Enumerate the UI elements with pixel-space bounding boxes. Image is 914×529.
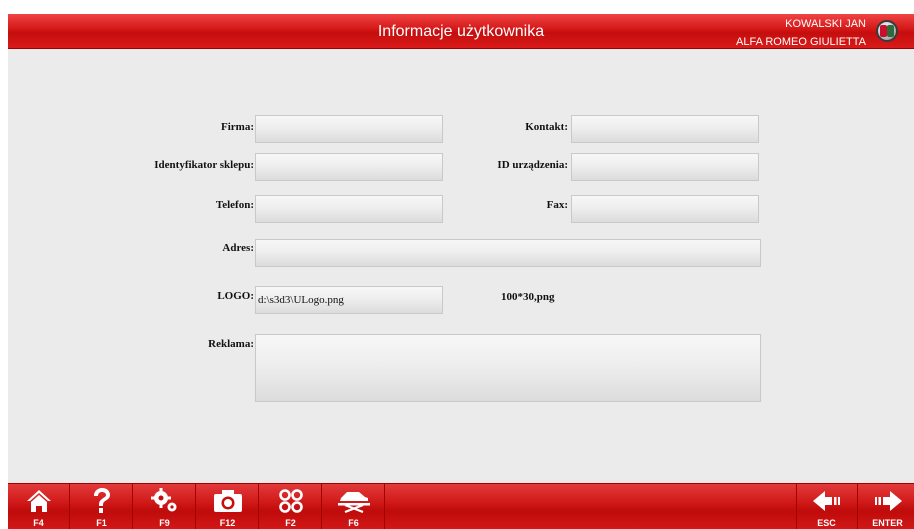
logo-input[interactable] [256, 287, 442, 313]
device-id-field[interactable] [571, 153, 759, 181]
adres-label: Adres: [222, 242, 254, 254]
telefon-field[interactable] [255, 195, 443, 223]
reklama-textarea[interactable] [256, 335, 760, 401]
app-window: Informacje użytkownika KOWALSKI JAN ALFA… [8, 14, 914, 529]
firma-label: Firma: [221, 121, 254, 133]
fax-input[interactable] [572, 196, 758, 222]
enter-button[interactable]: ENTER [857, 484, 914, 529]
arrow-right-icon [858, 487, 914, 515]
camera-button[interactable]: F12 [197, 484, 259, 529]
kontakt-field[interactable] [571, 115, 759, 143]
kontakt-input[interactable] [572, 116, 758, 142]
home-key-label: F4 [33, 518, 44, 528]
car-lift-button[interactable]: F6 [323, 484, 385, 529]
enter-key-label: ENTER [872, 518, 903, 528]
user-name: KOWALSKI JAN [785, 18, 866, 30]
device-id-label: ID urządzenia: [497, 159, 568, 171]
reklama-field[interactable] [255, 334, 761, 402]
telefon-label: Telefon: [215, 199, 254, 211]
help-key-label: F1 [96, 518, 107, 528]
help-button[interactable]: F1 [71, 484, 133, 529]
device-id-input[interactable] [572, 154, 758, 180]
adres-field[interactable] [255, 239, 761, 267]
settings-button[interactable]: F9 [134, 484, 196, 529]
kontakt-label: Kontakt: [525, 121, 568, 133]
shop-id-input[interactable] [256, 154, 442, 180]
esc-button[interactable]: ESC [796, 484, 856, 529]
telefon-input[interactable] [256, 196, 442, 222]
alfa-romeo-logo-icon [876, 20, 898, 42]
logo-label: LOGO: [217, 290, 254, 302]
car-lift-key-label: F6 [348, 518, 359, 528]
esc-key-label: ESC [817, 518, 836, 528]
arrow-left-icon [797, 487, 856, 515]
fax-label: Fax: [546, 199, 568, 211]
settings-icon [134, 487, 195, 515]
logo-hint: 100*30,png [501, 291, 555, 303]
camera-key-label: F12 [219, 518, 236, 528]
camera-icon [197, 487, 258, 515]
firma-input[interactable] [256, 116, 442, 142]
command-icon [260, 487, 321, 515]
logo-field[interactable] [255, 286, 443, 314]
firma-field[interactable] [255, 115, 443, 143]
title-bar: Informacje użytkownika KOWALSKI JAN ALFA… [8, 14, 914, 49]
shop-id-field[interactable] [255, 153, 443, 181]
fax-field[interactable] [571, 195, 759, 223]
command-key-label: F2 [285, 518, 296, 528]
reklama-label: Reklama: [208, 338, 254, 350]
car-lift-icon [323, 487, 384, 515]
home-icon [8, 487, 69, 515]
help-icon [71, 487, 132, 515]
home-button[interactable]: F4 [8, 484, 70, 529]
adres-input[interactable] [256, 240, 760, 266]
vehicle-name: ALFA ROMEO GIULIETTA [736, 36, 866, 48]
shop-id-label: Identyfikator sklepu: [154, 159, 254, 171]
settings-key-label: F9 [159, 518, 170, 528]
bottom-toolbar: F4 F1 F9 F12 F2 F6 ESC ENTER [8, 483, 914, 529]
command-button[interactable]: F2 [260, 484, 322, 529]
